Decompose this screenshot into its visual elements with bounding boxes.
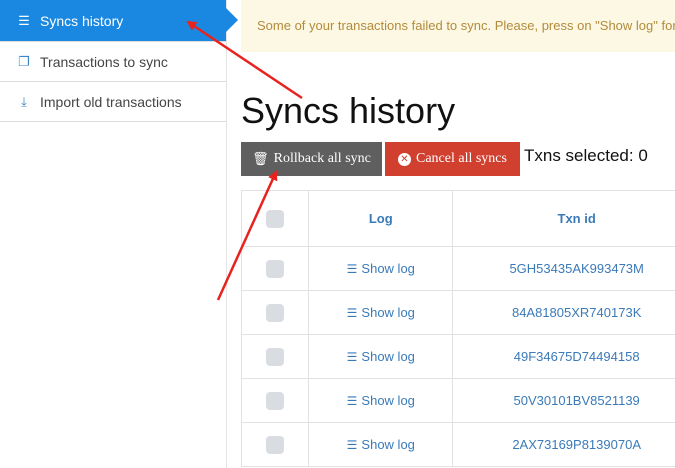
cancel-all-syncs-button[interactable]: ✕ Cancel all syncs [385, 142, 520, 176]
row-checkbox[interactable] [266, 259, 285, 278]
copy-icon: ❐ [18, 53, 30, 69]
select-all-header [241, 190, 310, 247]
show-log-label: Show log [361, 349, 415, 364]
list-icon: ☰ [346, 438, 358, 452]
list-icon: ☰ [346, 306, 358, 320]
list-icon: ☰ [346, 350, 358, 364]
show-log-link[interactable]: ☰ Show log [347, 305, 415, 320]
show-log-label: Show log [361, 393, 415, 408]
rollback-all-sync-button[interactable]: 🗑 Rollback all sync [241, 142, 382, 176]
syncs-table-container: Log Txn id ☰ Show log 5GH53435AK993473M ☰… [241, 190, 675, 468]
close-circle-icon: ✕ [398, 152, 411, 166]
row-checkbox[interactable] [266, 391, 285, 410]
page-title: Syncs history [241, 90, 456, 131]
show-log-link[interactable]: ☰ Show log [347, 349, 415, 364]
show-log-label: Show log [361, 261, 415, 276]
show-log-link[interactable]: ☰ Show log [347, 437, 415, 452]
txn-id-cell: 2AX73169P8139070A [452, 422, 675, 467]
row-checkbox[interactable] [266, 435, 285, 454]
log-cell: ☰ Show log [308, 246, 454, 291]
row-select-cell [241, 378, 310, 423]
log-cell: ☰ Show log [308, 334, 454, 379]
txn-id-cell: 84A81805XR740173K [452, 290, 675, 335]
table-row: ☰ Show log 84A81805XR740173K [241, 290, 675, 335]
list-icon: ☰ [346, 262, 358, 276]
sidebar-item-label: Import old transactions [40, 93, 182, 110]
table-header-row: Log Txn id [241, 190, 675, 247]
log-column-header: Log [308, 190, 454, 247]
show-log-label: Show log [361, 305, 415, 320]
txn-id-cell: 50V30101BV8521139 [452, 378, 675, 423]
select-all-checkbox[interactable] [266, 209, 285, 228]
row-select-cell [241, 334, 310, 379]
sync-failure-alert: Some of your transactions failed to sync… [241, 0, 675, 52]
row-select-cell [241, 290, 310, 335]
row-select-cell [241, 246, 310, 291]
cancel-button-label: Cancel all syncs [416, 151, 507, 166]
sidebar-item-label: Transactions to sync [40, 53, 168, 70]
row-checkbox[interactable] [266, 303, 285, 322]
list-icon: ☰ [346, 394, 358, 408]
log-cell: ☰ Show log [308, 290, 454, 335]
row-select-cell [241, 422, 310, 467]
table-row: ☰ Show log 49F34675D74494158 [241, 334, 675, 379]
download-icon: ⤓ [21, 93, 27, 109]
log-cell: ☰ Show log [308, 422, 454, 467]
txn-id-cell: 49F34675D74494158 [452, 334, 675, 379]
txns-selected-count: Txns selected: 0 [524, 146, 648, 165]
txn-id-cell: 5GH53435AK993473M [452, 246, 675, 291]
show-log-link[interactable]: ☰ Show log [347, 261, 415, 276]
list-icon: ☰ [18, 12, 30, 28]
trash-icon: 🗑 [252, 151, 269, 166]
sidebar-item-import-old-transactions[interactable]: ⤓ Import old transactions [0, 82, 226, 122]
show-log-label: Show log [361, 437, 415, 452]
rollback-button-label: Rollback all sync [273, 151, 371, 166]
table-row: ☰ Show log 50V30101BV8521139 [241, 378, 675, 423]
show-log-link[interactable]: ☰ Show log [347, 393, 415, 408]
sidebar-item-transactions-to-sync[interactable]: ❐ Transactions to sync [0, 42, 226, 82]
row-checkbox[interactable] [266, 347, 285, 366]
table-row: ☰ Show log 5GH53435AK993473M [241, 246, 675, 291]
log-cell: ☰ Show log [308, 378, 454, 423]
txn-id-column-header: Txn id [452, 190, 675, 247]
sidebar-item-label: Syncs history [40, 12, 124, 29]
table-row: ☰ Show log 2AX73169P8139070A [241, 422, 675, 467]
syncs-table: Log Txn id ☰ Show log 5GH53435AK993473M ☰… [241, 190, 675, 467]
sidebar-item-syncs-history[interactable]: ☰ Syncs history [0, 0, 238, 42]
sidebar: ☰ Syncs history ❐ Transactions to sync ⤓… [0, 0, 238, 468]
